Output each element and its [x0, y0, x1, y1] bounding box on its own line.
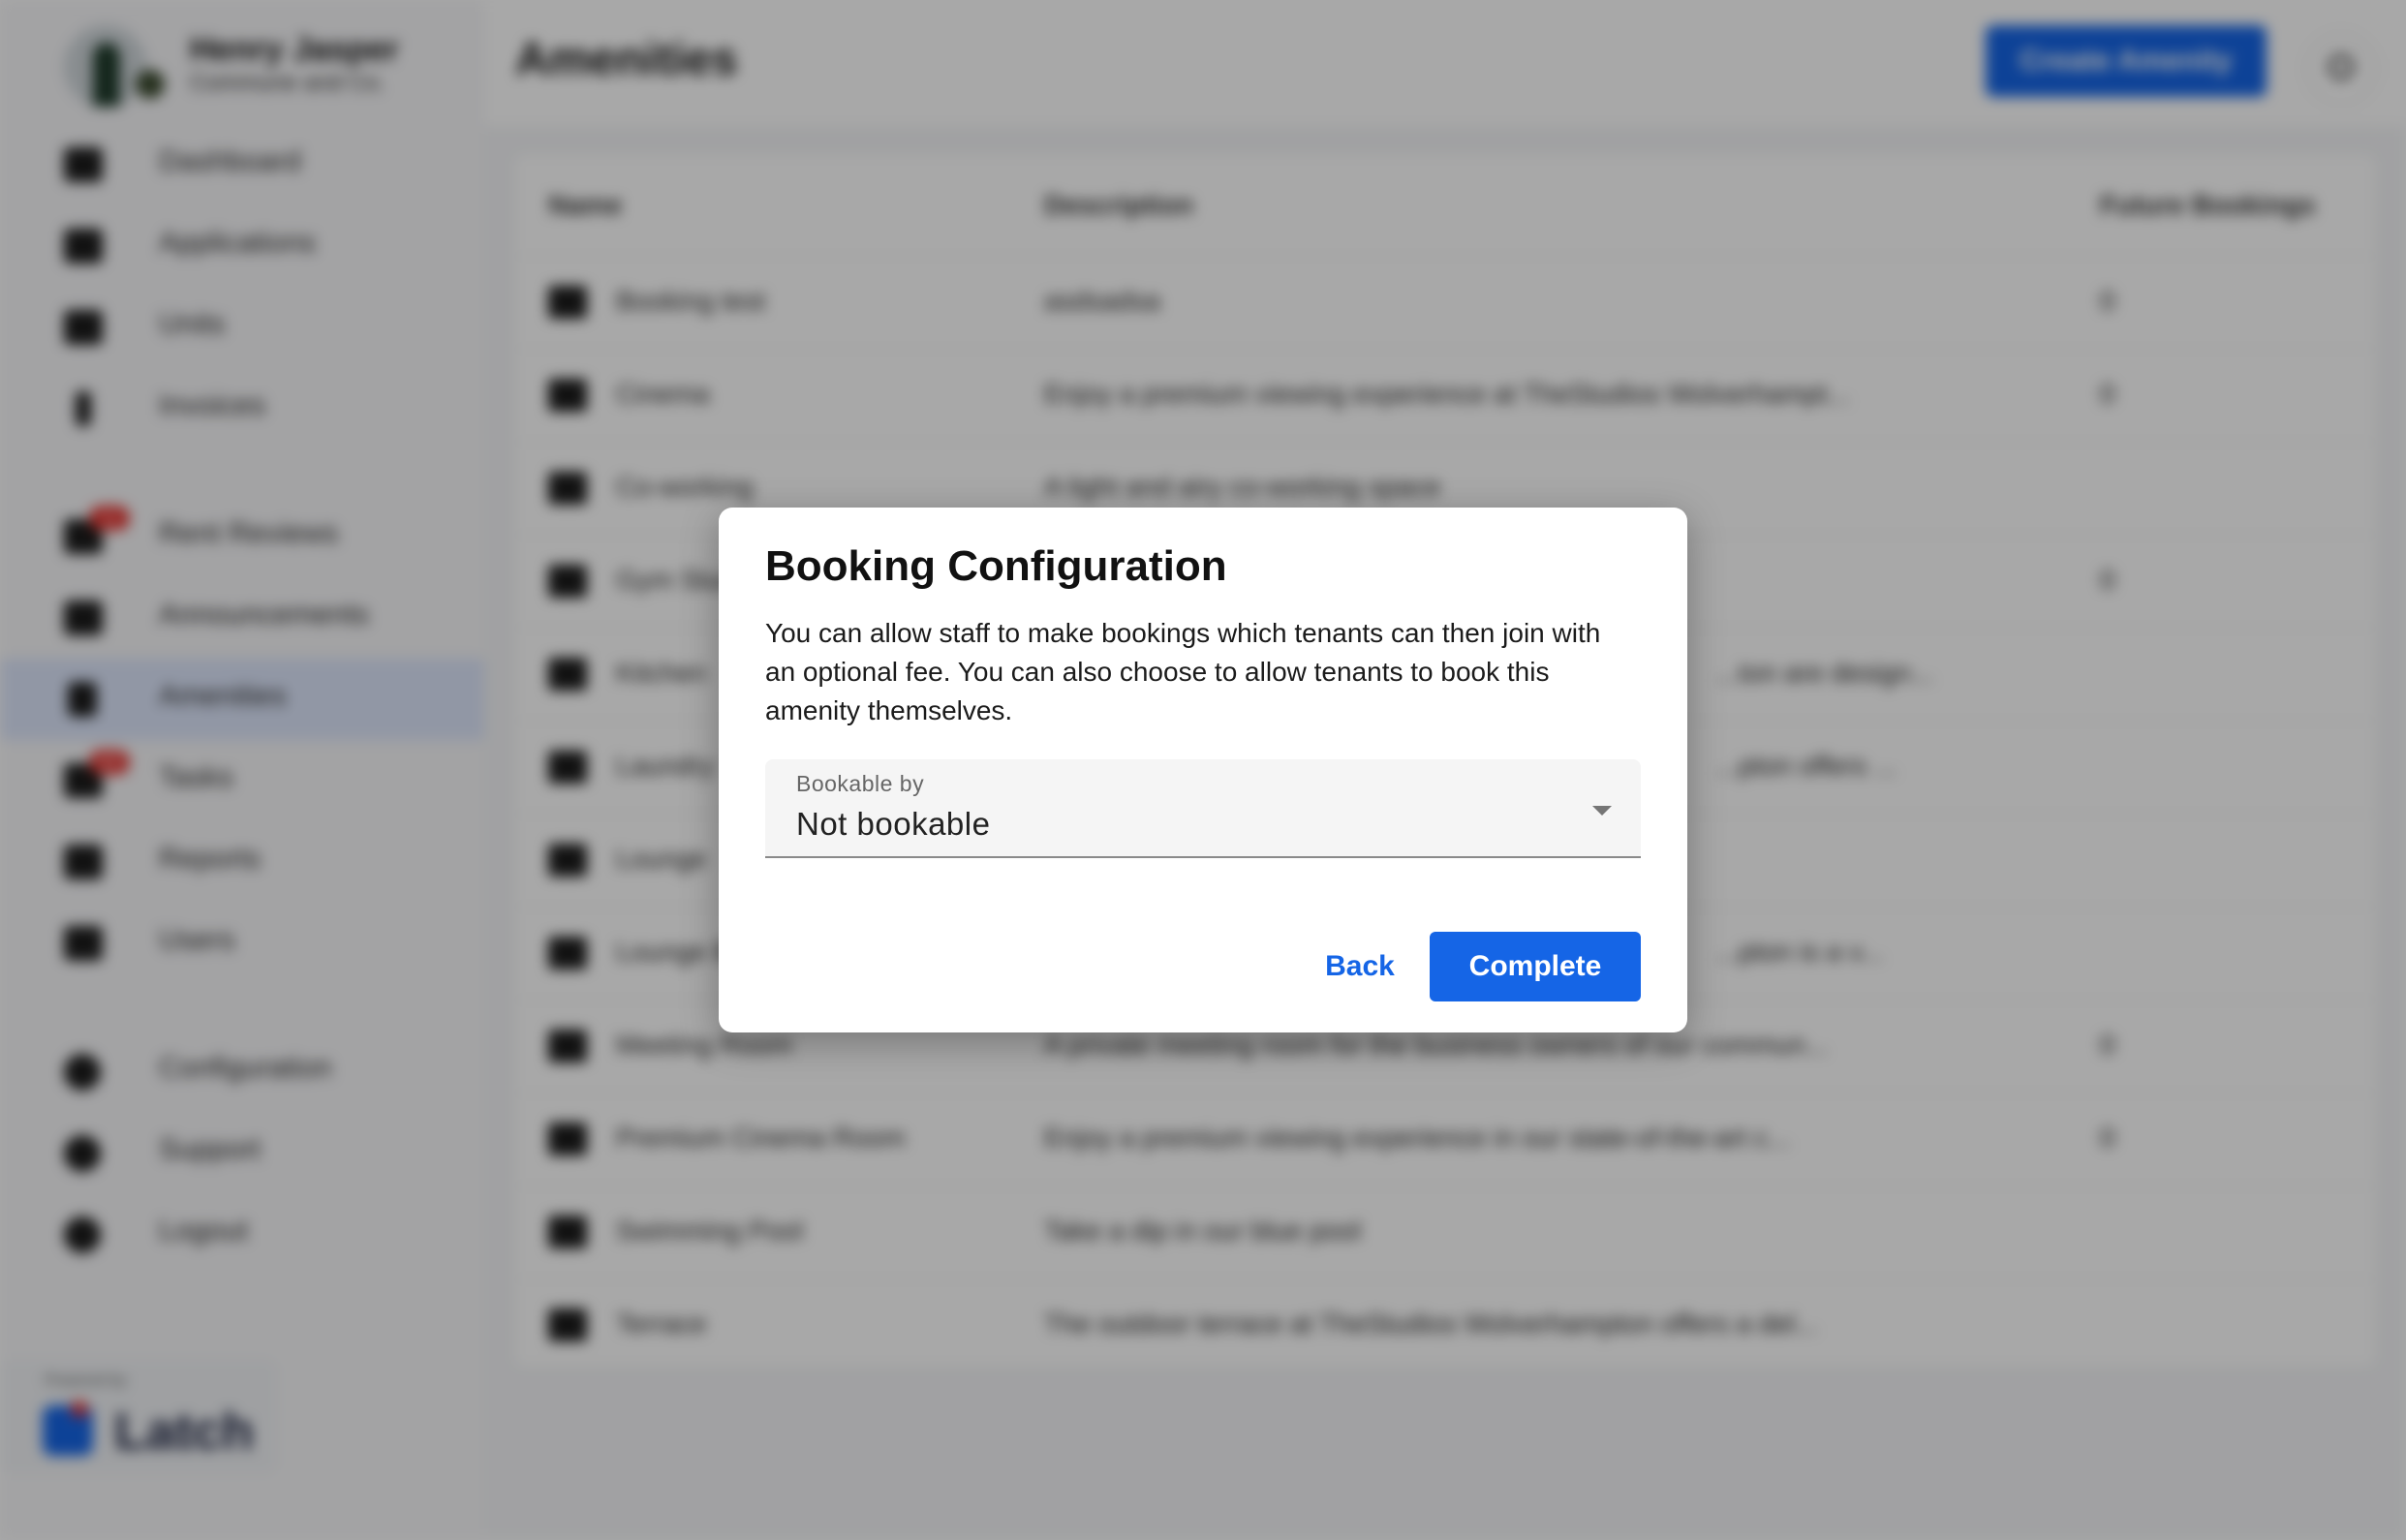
complete-button[interactable]: Complete [1430, 932, 1641, 1001]
select-label: Bookable by [796, 771, 925, 796]
dialog-title: Booking Configuration [765, 542, 1227, 590]
back-button[interactable]: Back [1290, 932, 1430, 1001]
chevron-down-icon[interactable] [1592, 806, 1612, 816]
bookable-by-select[interactable]: Bookable by Not bookable [765, 759, 1641, 858]
dialog-description: You can allow staff to make bookings whi… [765, 618, 1601, 725]
booking-configuration-dialog: Booking Configuration You can allow staf… [719, 508, 1687, 1032]
select-value: Not bookable [796, 806, 991, 842]
